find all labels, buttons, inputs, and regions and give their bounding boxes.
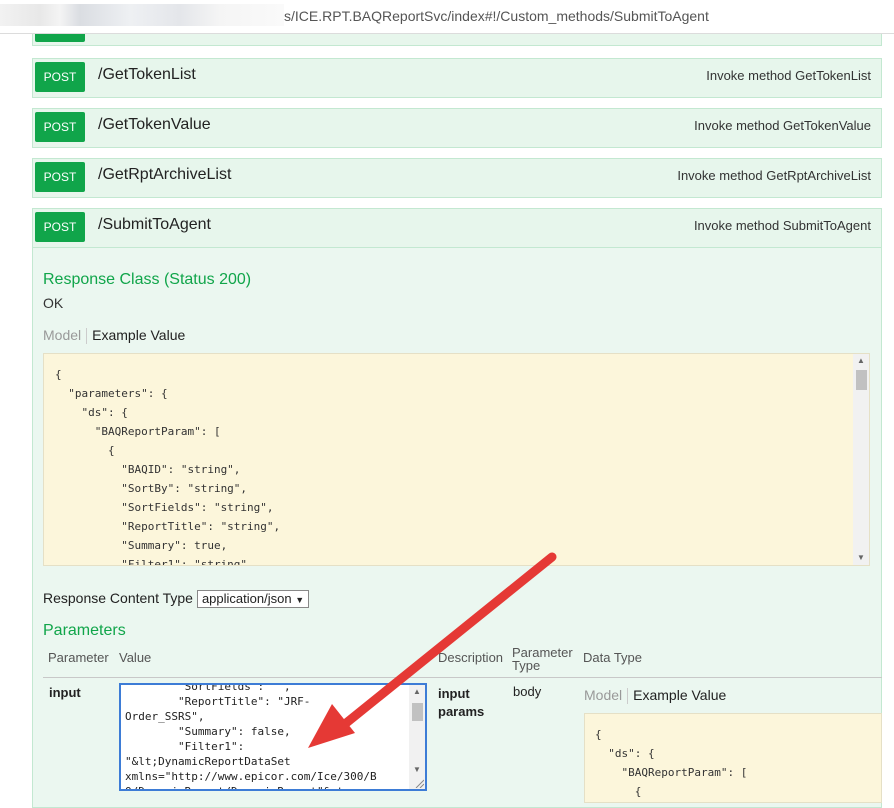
operation-path[interactable]: /GetTokenValue: [98, 116, 211, 134]
response-content-type-label: Response Content Type: [43, 590, 193, 606]
response-content-type-select[interactable]: application/json ▼: [196, 590, 310, 609]
parameter-example-snippet[interactable]: { "ds": { "BAQReportParam": [ { "BAQID":…: [584, 713, 882, 803]
operation-path[interactable]: /SubmitToAgent: [98, 216, 211, 234]
parameter-value-textarea[interactable]: "SortFields": "", "ReportTitle": "JRF- O…: [119, 683, 427, 791]
response-example-snippet[interactable]: { "parameters": { "ds": { "BAQReportPara…: [43, 353, 870, 566]
textarea-scrollbar[interactable]: ▲ ▼: [409, 685, 425, 789]
url-text[interactable]: s/ICE.RPT.BAQReportSvc/index#!/Custom_me…: [284, 8, 709, 24]
tab-model[interactable]: Model: [43, 327, 81, 343]
response-tabs: Model Example Value: [43, 327, 185, 345]
tab-divider: [86, 328, 88, 345]
post-badge[interactable]: POST: [35, 112, 85, 142]
operation-summary[interactable]: Invoke method SubmitToAgent: [694, 218, 871, 233]
datatype-tabs: Model Example Value: [584, 687, 726, 705]
column-parameter-type: Parameter Type: [512, 645, 573, 673]
post-badge[interactable]: POST: [35, 162, 85, 192]
parameter-type: body: [513, 684, 542, 699]
tab-divider: [627, 688, 629, 705]
resize-grip-icon[interactable]: [414, 778, 424, 788]
scroll-up-arrow-icon[interactable]: ▲: [853, 354, 869, 368]
previous-method-badge: [35, 34, 85, 42]
operation-get-token-value[interactable]: POST /GetTokenValue Invoke method GetTok…: [32, 108, 882, 148]
operation-path[interactable]: /GetRptArchiveList: [98, 166, 231, 184]
operation-summary[interactable]: Invoke method GetTokenValue: [694, 118, 871, 133]
operation-get-token-list[interactable]: POST /GetTokenList Invoke method GetToke…: [32, 58, 882, 98]
parameters-heading: Parameters: [43, 622, 126, 639]
parameter-example-json: { "ds": { "BAQReportParam": [ { "BAQID":…: [595, 728, 748, 798]
previous-operation-edge: [32, 34, 882, 46]
operation-get-rpt-archive-list[interactable]: POST /GetRptArchiveList Invoke method Ge…: [32, 158, 882, 198]
response-content-type: Response Content Type application/json ▼: [43, 590, 310, 609]
operation-submit-to-agent[interactable]: POST /SubmitToAgent Invoke method Submit…: [32, 208, 882, 248]
operation-summary[interactable]: Invoke method GetTokenList: [706, 68, 871, 83]
scrollbar-thumb[interactable]: [856, 370, 867, 390]
tab-example-value[interactable]: Example Value: [92, 327, 185, 343]
response-class-heading: Response Class (Status 200): [43, 271, 252, 288]
snippet-scrollbar[interactable]: ▲ ▼: [853, 354, 869, 565]
table-header-divider: [43, 677, 882, 678]
operation-summary[interactable]: Invoke method GetRptArchiveList: [677, 168, 871, 183]
select-value: application/json: [201, 591, 292, 607]
scroll-up-arrow-icon[interactable]: ▲: [409, 685, 425, 699]
column-value: Value: [119, 650, 152, 665]
blurred-url-prefix: [0, 4, 284, 26]
column-data-type: Data Type: [583, 650, 643, 665]
scroll-down-arrow-icon[interactable]: ▼: [853, 551, 869, 565]
column-description: Description: [438, 650, 504, 665]
column-parameter: Parameter: [48, 650, 109, 665]
operation-path[interactable]: /GetTokenList: [98, 66, 196, 84]
parameter-description: input params: [438, 686, 485, 719]
chevron-down-icon: ▼: [295, 595, 305, 606]
parameter-value-text[interactable]: "SortFields": "", "ReportTitle": "JRF- O…: [125, 685, 377, 789]
scrollbar-thumb[interactable]: [412, 703, 423, 721]
parameter-name: input: [49, 685, 81, 700]
scroll-down-arrow-icon[interactable]: ▼: [409, 763, 425, 777]
response-status-text: OK: [43, 295, 64, 311]
tab-model[interactable]: Model: [584, 687, 622, 703]
post-badge[interactable]: POST: [35, 62, 85, 92]
tab-example-value[interactable]: Example Value: [633, 687, 726, 703]
browser-address-bar[interactable]: s/ICE.RPT.BAQReportSvc/index#!/Custom_me…: [0, 0, 894, 34]
post-badge[interactable]: POST: [35, 212, 85, 242]
response-example-json: { "parameters": { "ds": { "BAQReportPara…: [55, 368, 281, 566]
